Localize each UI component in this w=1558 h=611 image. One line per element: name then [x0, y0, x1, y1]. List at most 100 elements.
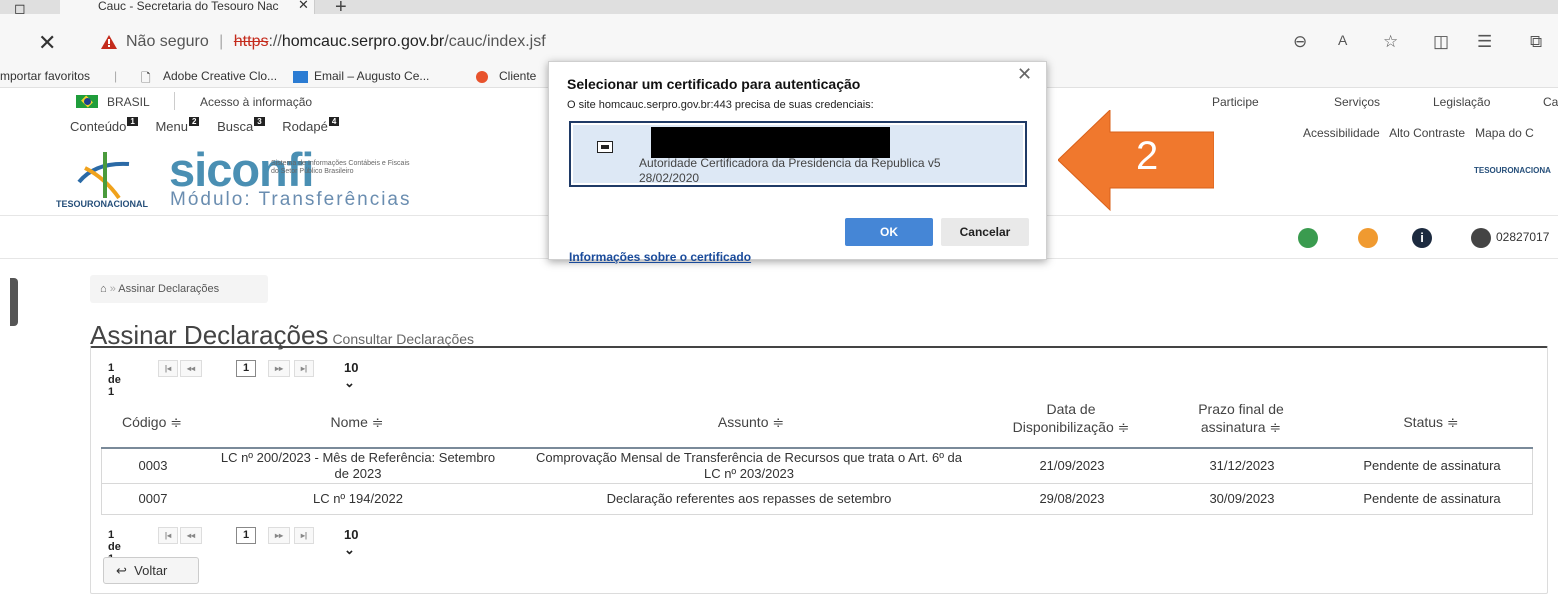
link-conteudo[interactable]: Conteúdo 1 — [70, 117, 138, 134]
module-title: Módulo: Transferências — [170, 189, 412, 210]
url-scheme: https — [233, 33, 269, 50]
diamond-icon[interactable] — [1358, 228, 1378, 248]
info-icon[interactable]: i — [1412, 228, 1432, 248]
legislacao-link[interactable]: Legislação — [1433, 95, 1490, 109]
fav-item-email[interactable]: Email – Augusto Ce... — [314, 69, 429, 83]
split-screen-icon[interactable]: ◫ — [1433, 32, 1449, 52]
read-aloud-icon[interactable]: A — [1338, 32, 1347, 48]
last-page-icon[interactable]: ▸| — [294, 527, 314, 544]
accessibility-links: Conteúdo 1 Menu 2 Busca 3 Rodapé 4 — [70, 117, 353, 134]
breadcrumb: ⌂ » Assinar Declarações — [90, 275, 268, 303]
address-bar[interactable]: Não seguro | https://homcauc.serpro.gov.… — [126, 33, 546, 51]
page-current[interactable]: 1 — [236, 360, 256, 377]
brazil-flag-icon — [76, 95, 98, 108]
dialog-title: Selecionar um certificado para autentica… — [567, 76, 861, 92]
fav-item-cliente[interactable]: Cliente — [499, 69, 536, 83]
back-button[interactable]: ↩ Voltar — [103, 557, 199, 584]
col-prazo[interactable]: Prazo final de assinatura ≑ — [1161, 400, 1321, 436]
page-current[interactable]: 1 — [236, 527, 256, 544]
page-icon: 🗋 — [141, 71, 151, 85]
cancel-button[interactable]: Cancelar — [941, 218, 1029, 246]
col-data[interactable]: Data de Disponibilização ≑ — [981, 400, 1161, 436]
certificate-list-item[interactable]: Autoridade Certificadora da Presidencia … — [569, 121, 1027, 187]
redaction-box — [651, 127, 890, 158]
cell-status: Pendente de assinatura — [1363, 458, 1501, 473]
first-page-icon[interactable]: |◂ — [158, 360, 178, 377]
user-avatar-icon[interactable] — [1471, 228, 1491, 248]
page-subtitle: Consultar Declarações — [332, 331, 475, 347]
last-page-icon[interactable]: ▸| — [294, 360, 314, 377]
table-row[interactable]: 0007 LC nº 194/2022 Declaração referente… — [101, 484, 1533, 515]
cliente-icon — [476, 71, 488, 83]
breadcrumb-current: Assinar Declarações — [118, 283, 220, 295]
tab-close-icon[interactable]: ✕ — [298, 0, 309, 11]
cell-status: Pendente de assinatura — [1363, 491, 1501, 506]
cell-data: 21/09/2023 — [1039, 458, 1105, 473]
link-menu[interactable]: Menu 2 — [155, 117, 200, 134]
servicos-link[interactable]: Serviços — [1334, 95, 1380, 109]
certificate-name: Autoridade Certificadora da Presidencia … — [639, 156, 941, 170]
col-status[interactable]: Status ≑ — [1361, 413, 1501, 431]
link-rodape[interactable]: Rodapé 4 — [282, 117, 340, 134]
favorites-list-icon[interactable]: ☰ — [1477, 32, 1492, 52]
prev-page-icon[interactable]: ◂◂ — [180, 360, 202, 377]
country-label[interactable]: BRASIL — [107, 95, 150, 109]
accessibility-right-links: Acessibilidade Alto Contraste Mapa do C — [1303, 126, 1534, 140]
dialog-text: O site homcauc.serpro.gov.br:443 precisa… — [567, 99, 874, 111]
cell-nome: LC nº 194/2022 — [312, 491, 404, 506]
next-page-icon[interactable]: ▸▸ — [268, 360, 290, 377]
mapa-link[interactable]: Mapa do C — [1475, 126, 1534, 140]
address-bar-area: ✕ Não seguro | https://homcauc.serpro.go… — [0, 14, 1558, 66]
certificate-icon — [597, 141, 613, 153]
certificate-info-link[interactable]: Informações sobre o certificado — [569, 250, 751, 264]
access-info-link[interactable]: Acesso à informação — [200, 95, 312, 109]
first-page-icon[interactable]: |◂ — [158, 527, 178, 544]
cell-assunto: Declaração referentes aos repasses de se… — [606, 491, 892, 506]
favorite-star-icon[interactable]: ☆ — [1383, 32, 1398, 52]
next-page-icon[interactable]: ▸▸ — [268, 527, 290, 544]
cell-data: 29/08/2023 — [1039, 491, 1105, 506]
certificate-date: 28/02/2020 — [639, 171, 700, 185]
home-icon[interactable]: ⌂ — [100, 283, 107, 295]
back-arrow-icon: ↩ — [116, 563, 127, 578]
cell-prazo: 30/09/2023 — [1209, 491, 1275, 506]
browser-tab[interactable]: Cauc - Secretaria do Tesouro Nac ✕ — [60, 0, 315, 14]
zoom-icon[interactable]: ⊖ — [1293, 32, 1307, 52]
security-label: Não seguro — [126, 33, 209, 50]
declaration-icon[interactable] — [1298, 228, 1318, 248]
tesouro-nacional-label: TESOURONACIONAL — [56, 199, 148, 209]
outlook-icon — [293, 71, 308, 83]
tab-title: Cauc - Secretaria do Tesouro Nac — [98, 0, 279, 13]
participe-link[interactable]: Participe — [1212, 95, 1259, 109]
cell-nome: LC nº 200/2023 - Mês de Referência: Sete… — [220, 450, 496, 481]
link-busca[interactable]: Busca 3 — [217, 117, 265, 134]
rows-per-page-select[interactable]: 10 ⌄ — [344, 527, 358, 557]
fav-item-adobe[interactable]: Adobe Creative Clo... — [163, 69, 277, 83]
rows-per-page-select[interactable]: 10 ⌄ — [344, 360, 358, 390]
table-row[interactable]: 0003 LC nº 200/2023 - Mês de Referência:… — [101, 449, 1533, 484]
prev-page-icon[interactable]: ◂◂ — [180, 527, 202, 544]
acessibilidade-link[interactable]: Acessibilidade — [1303, 126, 1380, 140]
cell-codigo: 0003 — [138, 458, 168, 473]
alto-contraste-link[interactable]: Alto Contraste — [1389, 126, 1465, 140]
cell-codigo: 0007 — [138, 491, 168, 506]
fav-item-import[interactable]: mportar favoritos — [0, 69, 90, 83]
close-icon[interactable]: ✕ — [38, 30, 56, 56]
cell-prazo: 31/12/2023 — [1209, 458, 1275, 473]
col-codigo[interactable]: Código ≑ — [117, 413, 187, 431]
canais-link[interactable]: Ca — [1543, 95, 1558, 109]
table-header: Código ≑ Nome ≑ Assunto ≑ Data de Disponi… — [101, 398, 1533, 446]
pager-summary: 1 de 1 — [108, 362, 121, 398]
col-assunto[interactable]: Assunto ≑ — [671, 413, 831, 431]
user-id: 02827017 — [1496, 230, 1550, 244]
col-nome[interactable]: Nome ≑ — [287, 413, 427, 431]
collections-icon[interactable]: ⧉ — [1530, 32, 1542, 52]
tab-actions-icon[interactable]: ◻ — [14, 0, 44, 16]
close-icon[interactable]: ✕ — [1017, 64, 1032, 85]
cell-assunto: Comprovação Mensal de Transferência de R… — [535, 450, 963, 481]
warning-icon — [101, 35, 117, 49]
tesouro-nacional-right-label: TESOURONACIONA — [1474, 166, 1551, 175]
annotation-number: 2 — [1136, 134, 1159, 178]
side-menu-toggle[interactable] — [10, 278, 18, 326]
ok-button[interactable]: OK — [845, 218, 933, 246]
